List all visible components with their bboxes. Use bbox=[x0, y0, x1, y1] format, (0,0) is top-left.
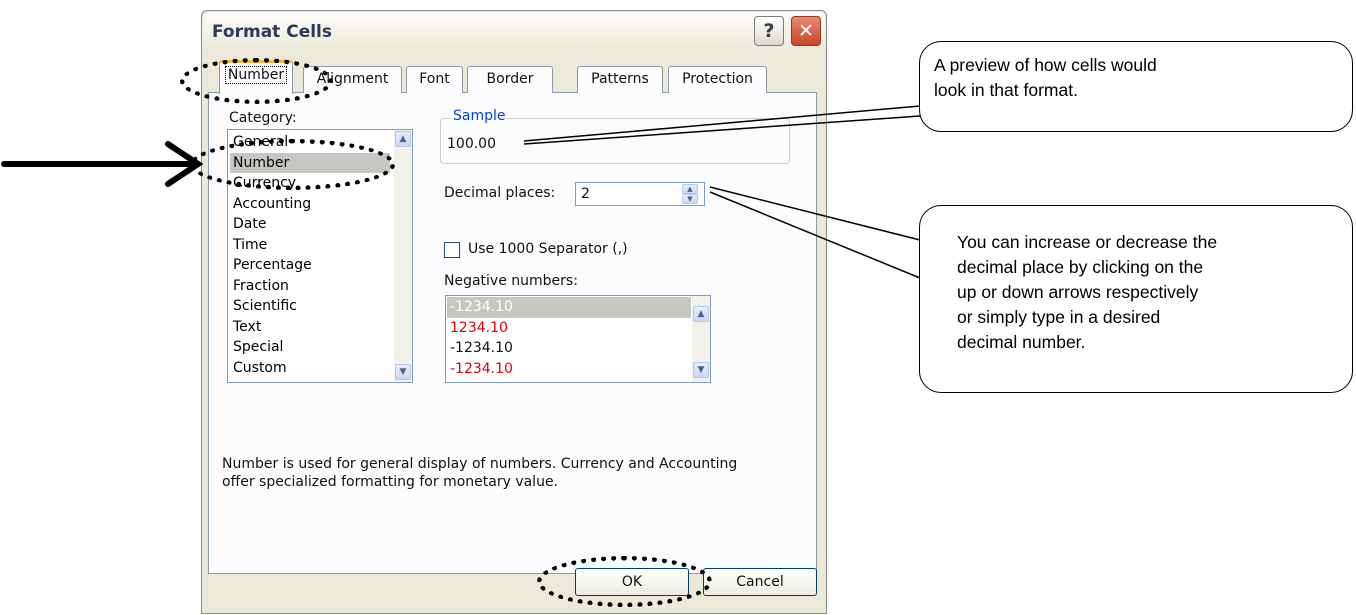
preview-callout-line-1: A preview of how cells would bbox=[934, 55, 1157, 75]
callout-pointer-lines bbox=[523, 105, 921, 279]
preview-callout: A preview of how cells would look in tha… bbox=[919, 41, 1353, 132]
preview-callout-line-2: look in that format. bbox=[934, 80, 1078, 100]
decimal-callout: You can increase or decrease the decimal… bbox=[919, 205, 1353, 393]
decimal-callout-line-4: or simply type in a desired bbox=[957, 307, 1161, 327]
arrow-icon bbox=[1, 141, 204, 187]
decimal-callout-line-5: decimal number. bbox=[957, 332, 1086, 352]
decimal-callout-line-1: You can increase or decrease the bbox=[957, 232, 1218, 252]
decimal-callout-line-3: up or down arrows respectively bbox=[957, 282, 1199, 302]
decimal-callout-line-2: decimal place by clicking on the bbox=[957, 257, 1204, 277]
